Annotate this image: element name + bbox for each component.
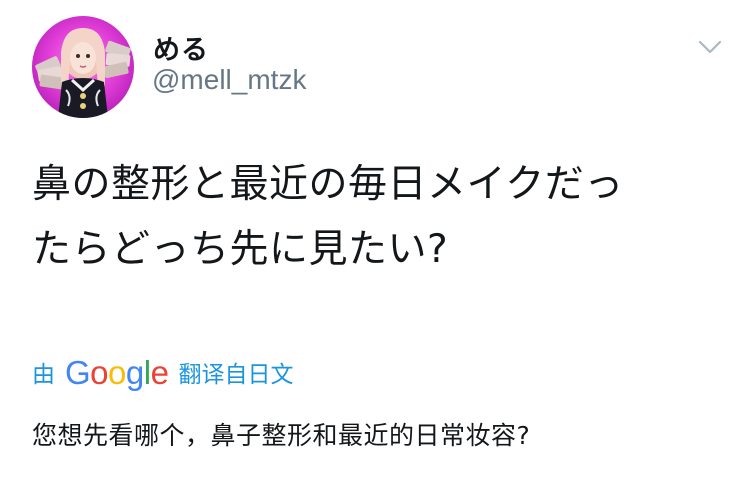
tweet-text: 鼻の整形と最近の毎日メイクだっ たらどっち先に見たい? (32, 162, 624, 272)
google-logo-letter: e (150, 353, 169, 391)
google-logo-letter: l (143, 353, 151, 391)
translated-by-label: 由 (32, 362, 55, 388)
google-logo-letter: g (125, 353, 144, 391)
translated-from-link[interactable]: 翻译自日文 (178, 355, 293, 389)
avatar-image (35, 28, 131, 118)
chevron-down-icon (698, 40, 722, 54)
google-logo-letter: G (65, 353, 91, 391)
more-options-button[interactable] (694, 34, 726, 60)
avatar[interactable] (32, 16, 134, 118)
google-logo: Google (65, 353, 169, 391)
tweet-card: める @mell_mtzk 鼻の整形と最近の毎日メイクだっ たらどっち先に見たい… (0, 0, 750, 484)
translation-attribution: 由 Google 翻译自日文 (32, 352, 293, 392)
google-logo-letter: o (90, 353, 109, 391)
user-handle[interactable]: @mell_mtzk (152, 64, 306, 96)
translated-text: 您想先看哪个，鼻子整形和最近的日常妆容? (32, 421, 531, 450)
google-logo-letter: o (108, 353, 126, 391)
display-name[interactable]: める (153, 28, 209, 67)
